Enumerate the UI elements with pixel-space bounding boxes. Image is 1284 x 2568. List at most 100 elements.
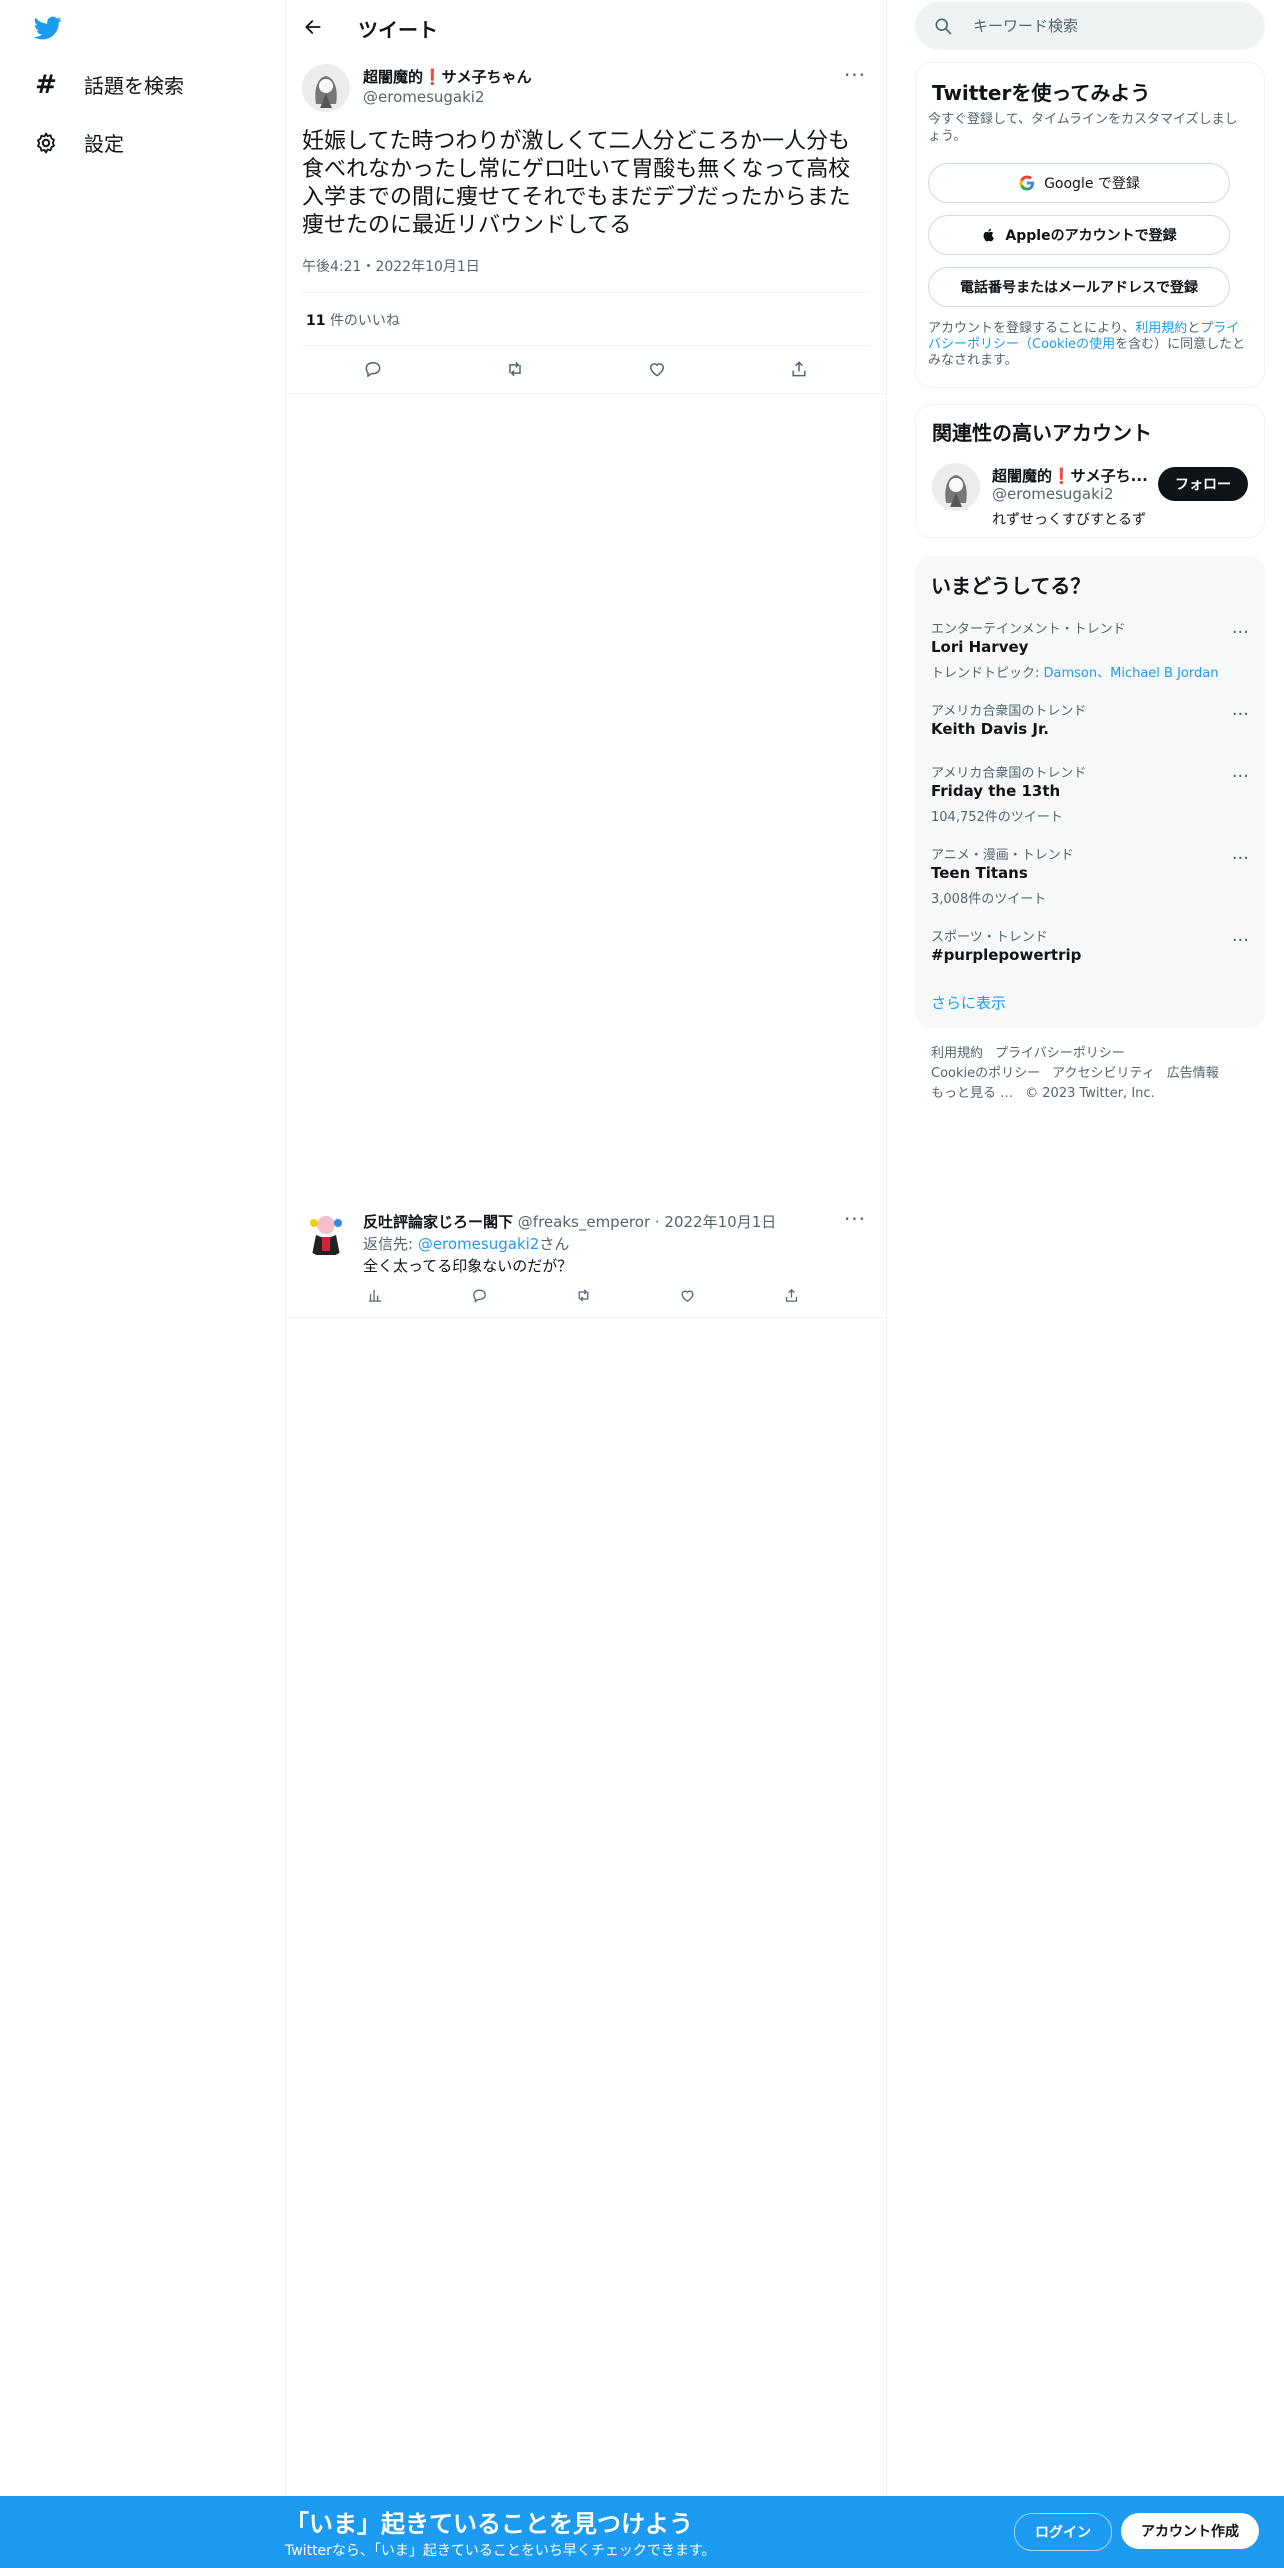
more-options-icon[interactable]: ··· — [1232, 848, 1249, 869]
copyright: © 2023 Twitter, Inc. — [1025, 1086, 1155, 1101]
trend-item[interactable]: スポーツ・トレンド #purplepowertrip ··· — [915, 926, 1265, 996]
reply-actions — [358, 1278, 808, 1312]
like-icon[interactable] — [670, 1278, 704, 1312]
trend-item[interactable]: エンターテインメント・トレンド Lori Harvey トレンドトピック: Da… — [915, 618, 1265, 688]
account-bio: れずせっくすびすとるず — [992, 512, 1146, 528]
phone-email-signup-button[interactable]: 電話番号またはメールアドレスで登録 — [928, 267, 1230, 307]
reply-to-prefix: 返信先: — [363, 1235, 418, 1253]
bottom-signup-bar: 「いま」起きていることを見つけよう Twitterなら、「いま」起きていることを… — [0, 2496, 1284, 2568]
trend-item[interactable]: アメリカ合衆国のトレンド Friday the 13th 104,752件のツイ… — [915, 762, 1265, 832]
trend-tweet-count: 104,752件のツイート — [931, 810, 1063, 825]
tweet-text: 妊娠してた時つわりが激しくて二人分どころか一人分も食べれなかったし常にゲロ吐いて… — [302, 129, 851, 238]
reply-author[interactable]: 反吐評論家じろー閣下 @freaks_emperor · 2022年10月1日 — [363, 1211, 776, 1232]
page-header: ツイート — [286, 0, 886, 54]
relevant-accounts-card: 関連性の高いアカウント 超闇魔的❗サメ子ち... @eromesugaki2 れ… — [915, 404, 1265, 538]
trend-tweet-count: 3,008件のツイート — [931, 892, 1047, 907]
trend-category: アニメ・漫画・トレンド — [931, 848, 1074, 863]
apple-signup-button[interactable]: Appleのアカウントで登録 — [928, 215, 1230, 255]
nav-item-settings[interactable]: 設定 — [32, 128, 124, 157]
signup-button[interactable]: アカウント作成 — [1121, 2513, 1259, 2549]
trend-item[interactable]: アメリカ合衆国のトレンド Keith Davis Jr. ··· — [915, 700, 1265, 770]
author-handle[interactable]: @freaks_emperor — [518, 1213, 650, 1231]
share-icon[interactable] — [774, 1278, 808, 1312]
more-options-icon[interactable]: ··· — [1232, 930, 1249, 951]
back-arrow-icon[interactable] — [296, 10, 330, 44]
signup-card: Twitterを使ってみよう 今すぐ登録して、タイムラインをカスタマイズしましょ… — [915, 62, 1265, 388]
search-icon — [935, 18, 952, 35]
author-name[interactable]: 超闇魔的❗サメ子ちゃん — [363, 68, 532, 86]
signup-card-title: Twitterを使ってみよう — [932, 81, 1151, 105]
analytics-icon[interactable] — [358, 1278, 392, 1312]
legal-notice: アカウントを登録することにより、利用規約とプライバシーポリシー（Cookieの使… — [928, 321, 1248, 369]
trends-card: いまどうしてる？ エンターテインメント・トレンド Lori Harvey トレン… — [915, 556, 1265, 1028]
google-icon — [1019, 175, 1035, 191]
reply-icon[interactable] — [462, 1278, 496, 1312]
more-options-icon[interactable]: ··· — [1232, 622, 1249, 643]
divider — [302, 345, 870, 346]
search-input[interactable] — [971, 16, 1255, 36]
tweet-timestamp[interactable]: 午後4:21・2022年10月1日 — [302, 256, 480, 276]
reply-icon[interactable] — [356, 352, 390, 386]
terms-link[interactable]: 利用規約 — [1135, 321, 1187, 336]
tweet-actions — [302, 352, 870, 386]
follow-button[interactable]: フォロー — [1158, 467, 1248, 501]
more-options-icon[interactable]: ··· — [840, 1209, 870, 1234]
reply-to-link[interactable]: @eromesugaki2 — [418, 1235, 540, 1253]
more-options-icon[interactable]: ··· — [1232, 766, 1249, 787]
google-signup-button[interactable]: Google で登録 — [928, 163, 1230, 203]
trend-name: Teen Titans — [931, 864, 1028, 882]
account-name[interactable]: 超闇魔的❗サメ子ち... — [992, 465, 1148, 486]
divider — [286, 1317, 886, 1318]
footer-link[interactable]: Cookieのポリシー — [931, 1066, 1040, 1081]
login-button[interactable]: ログイン — [1014, 2513, 1112, 2551]
like-icon[interactable] — [640, 352, 674, 386]
google-signup-label: Google で登録 — [1044, 176, 1140, 192]
trends-card-title: いまどうしてる？ — [931, 574, 1091, 598]
page-title: ツイート — [358, 18, 438, 42]
divider — [302, 292, 870, 293]
phone-email-signup-label: 電話番号またはメールアドレスで登録 — [960, 280, 1198, 296]
nav-item-label: 話題を検索 — [84, 74, 184, 98]
likes-count[interactable]: 11 件のいいね — [306, 310, 400, 330]
reply-date[interactable]: · 2022年10月1日 — [655, 1213, 776, 1231]
nav-item-label: 設定 — [84, 132, 124, 156]
footer-link[interactable]: 利用規約 — [931, 1046, 983, 1061]
trend-category: スポーツ・トレンド — [931, 930, 1048, 945]
footer-link[interactable]: アクセシビリティ — [1052, 1066, 1155, 1081]
author-handle[interactable]: @eromesugaki2 — [363, 88, 485, 106]
footer-links: 利用規約 プライバシーポリシー Cookieのポリシー アクセシビリティ 広告情報 も… — [931, 1044, 1261, 1104]
apple-signup-label: Appleのアカウントで登録 — [1005, 228, 1177, 244]
search-box[interactable] — [915, 2, 1265, 50]
legal-text: と — [1187, 321, 1201, 336]
signup-card-subtitle: 今すぐ登録して、タイムラインをカスタマイズしましょう。 — [928, 112, 1238, 144]
more-options-icon[interactable]: ··· — [840, 65, 870, 90]
show-more-link[interactable]: さらに表示 — [931, 992, 1006, 1013]
tweet-author[interactable]: 超闇魔的❗サメ子ちゃん — [363, 66, 532, 87]
retweet-icon[interactable] — [498, 352, 532, 386]
trend-related-links[interactable]: Damson、Michael B Jordan — [1044, 666, 1219, 681]
twitter-logo-icon[interactable] — [32, 14, 64, 42]
footer-link[interactable]: もっと見る … — [931, 1086, 1013, 1101]
footer-link[interactable]: プライバシーポリシー — [995, 1046, 1125, 1061]
author-name[interactable]: 反吐評論家じろー閣下 — [363, 1213, 513, 1231]
reply-to-line: 返信先: @eromesugaki2さん — [363, 1233, 569, 1254]
avatar[interactable] — [932, 463, 980, 511]
bottom-bar-title: 「いま」起きていることを見つけよう — [285, 2510, 693, 2538]
bottom-bar-subtitle: Twitterなら、「いま」起きていることをいち早くチェックできます。 — [285, 2543, 716, 2559]
reply-text: 全く太ってる印象ないのだが？ — [363, 1257, 573, 1275]
more-options-icon[interactable]: ··· — [1232, 704, 1249, 725]
avatar[interactable] — [302, 1209, 350, 1257]
trend-related-prefix: トレンドトピック: — [931, 666, 1044, 681]
divider — [286, 393, 886, 394]
retweet-icon[interactable] — [566, 1278, 600, 1312]
nav-item-explore[interactable]: # 話題を検索 — [32, 69, 184, 100]
relevant-card-title: 関連性の高いアカウント — [932, 421, 1152, 445]
account-handle[interactable]: @eromesugaki2 — [992, 485, 1114, 503]
left-nav: # 話題を検索 設定 — [0, 0, 285, 2500]
hashtag-icon: # — [35, 69, 57, 100]
share-icon[interactable] — [782, 352, 816, 386]
footer-link[interactable]: 広告情報 — [1167, 1066, 1219, 1081]
trend-item[interactable]: アニメ・漫画・トレンド Teen Titans 3,008件のツイート ··· — [915, 844, 1265, 914]
likes-number: 11 — [306, 313, 326, 329]
avatar[interactable] — [302, 64, 350, 112]
